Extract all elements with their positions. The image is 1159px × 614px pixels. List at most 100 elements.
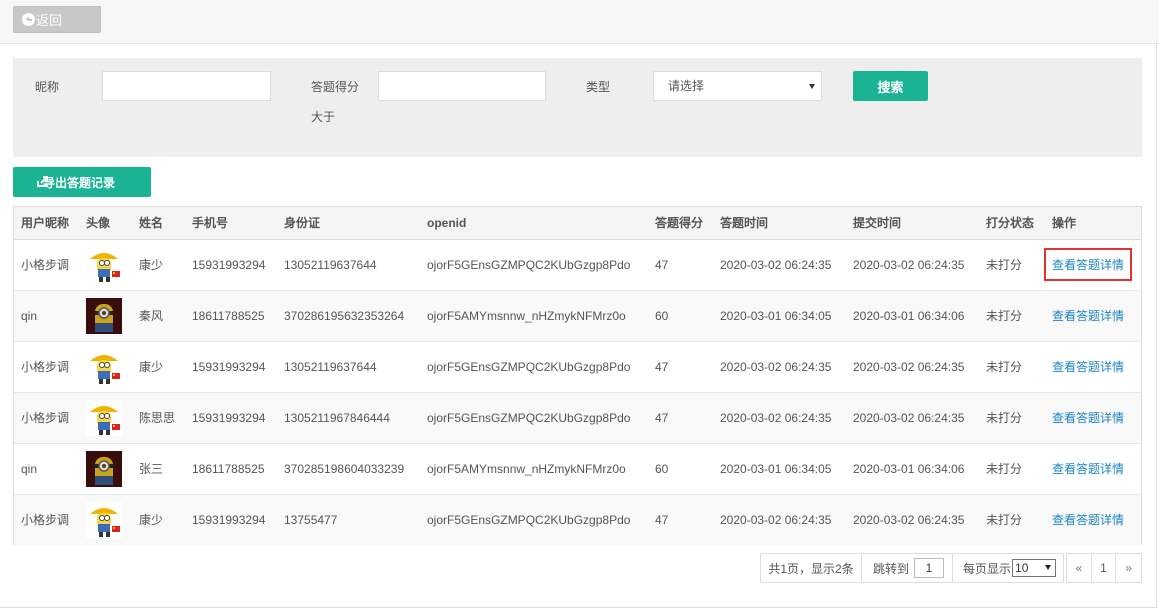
cell-status: 未打分 bbox=[979, 290, 1045, 342]
cell-score: 60 bbox=[648, 443, 713, 495]
avatar bbox=[86, 399, 122, 436]
nickname-input[interactable] bbox=[102, 71, 271, 101]
cell-status: 未打分 bbox=[979, 392, 1045, 444]
cell-phone: 15931993294 bbox=[185, 494, 277, 545]
cell-idcard: 13052119637644 bbox=[277, 341, 420, 393]
export-button[interactable]: 导出答题记录 bbox=[13, 167, 151, 197]
cell-name: 秦风 bbox=[132, 290, 185, 342]
cell-avatar bbox=[79, 239, 132, 291]
table-row: 小格步调 康少 15931993294 13052119637644 ojorF5GEn… bbox=[14, 239, 1141, 291]
col-status: 打分状态 bbox=[979, 207, 1045, 240]
prev-page-button[interactable]: « bbox=[1067, 554, 1092, 582]
page-1-button[interactable]: 1 bbox=[1092, 554, 1117, 582]
cell-openid: ojorF5AMYmsnnw_nHZmykNFMrz0o bbox=[420, 290, 648, 342]
view-details-link[interactable]: 查看答题详情 bbox=[1052, 511, 1124, 528]
cell-submit-time: 2020-03-02 06:24:35 bbox=[846, 494, 979, 545]
cell-idcard: 370285198604033239 bbox=[277, 443, 420, 495]
col-submit-time: 提交时间 bbox=[846, 207, 979, 240]
cell-action: 查看答题详情 bbox=[1045, 341, 1141, 393]
page-size-value: 10 bbox=[1015, 561, 1029, 575]
cell-status: 未打分 bbox=[979, 494, 1045, 545]
cell-avatar bbox=[79, 494, 132, 545]
table-row: 小格步调 陈思思 15931993294 1305211967846444 ojorF5… bbox=[14, 392, 1141, 444]
cell-idcard: 370286195632353264 bbox=[277, 290, 420, 342]
cell-openid: ojorF5GEnsGZMPQC2KUbGzgp8Pdo bbox=[420, 239, 648, 291]
col-idcard: 身份证 bbox=[277, 207, 420, 240]
cell-idcard: 1305211967846444 bbox=[277, 392, 420, 444]
page-size-select[interactable]: 10 bbox=[1012, 559, 1057, 577]
chevron-down-icon bbox=[1045, 565, 1052, 570]
cell-action: 查看答题详情 bbox=[1043, 239, 1141, 291]
cell-openid: ojorF5GEnsGZMPQC2KUbGzgp8Pdo bbox=[420, 341, 648, 393]
search-button[interactable]: 搜索 bbox=[853, 71, 928, 101]
page-size-label: 每页显示 bbox=[963, 561, 1012, 576]
pagination-size: 每页显示 10 bbox=[952, 553, 1064, 583]
cell-action: 查看答题详情 bbox=[1045, 290, 1141, 342]
cell-name: 康少 bbox=[132, 239, 185, 291]
view-details-link[interactable]: 查看答题详情 bbox=[1052, 307, 1124, 324]
view-details-link[interactable]: 查看答题详情 bbox=[1043, 248, 1133, 281]
table-row: 小格步调 康少 15931993294 13755477 ojorF5GEnsGZMPQ… bbox=[14, 494, 1141, 545]
view-details-link[interactable]: 查看答题详情 bbox=[1052, 460, 1124, 477]
cell-answer-time: 2020-03-02 06:24:35 bbox=[713, 392, 846, 444]
cell-status: 未打分 bbox=[979, 239, 1045, 291]
type-label: 类型 bbox=[586, 80, 611, 94]
back-button[interactable]: 返回 bbox=[13, 6, 101, 33]
cell-idcard: 13052119637644 bbox=[277, 239, 420, 291]
cell-avatar bbox=[79, 392, 132, 444]
view-details-link[interactable]: 查看答题详情 bbox=[1052, 409, 1124, 426]
cell-submit-time: 2020-03-02 06:24:35 bbox=[846, 239, 979, 291]
cell-avatar bbox=[79, 443, 132, 495]
cell-phone: 15931993294 bbox=[185, 392, 277, 444]
col-score: 答题得分 bbox=[648, 207, 713, 240]
cell-score: 60 bbox=[648, 290, 713, 342]
cell-submit-time: 2020-03-02 06:24:35 bbox=[846, 341, 979, 393]
cell-name: 陈思思 bbox=[132, 392, 185, 444]
next-page-button[interactable]: » bbox=[1116, 554, 1141, 582]
cell-score: 47 bbox=[648, 392, 713, 444]
cell-action: 查看答题详情 bbox=[1045, 443, 1141, 495]
col-answer-time: 答题时间 bbox=[713, 207, 846, 240]
nickname-label: 昵称 bbox=[35, 80, 60, 94]
cell-name: 康少 bbox=[132, 341, 185, 393]
cell-submit-time: 2020-03-01 06:34:06 bbox=[846, 290, 979, 342]
cell-name: 张三 bbox=[132, 443, 185, 495]
cell-score: 47 bbox=[648, 494, 713, 545]
cell-nickname: 小格步调 bbox=[14, 341, 79, 393]
cell-answer-time: 2020-03-02 06:24:35 bbox=[713, 494, 846, 545]
cell-status: 未打分 bbox=[979, 443, 1045, 495]
cell-score: 47 bbox=[648, 341, 713, 393]
type-select[interactable]: 请选择 bbox=[653, 71, 822, 101]
jump-page-input[interactable]: 1 bbox=[914, 558, 945, 578]
top-toolbar: 返回 bbox=[0, 0, 1159, 44]
jump-label: 跳转到 bbox=[873, 561, 910, 576]
cell-openid: ojorF5GEnsGZMPQC2KUbGzgp8Pdo bbox=[420, 494, 648, 545]
records-table: 用户昵称 头像 姓名 手机号 身份证 openid 答题得分 答题时间 提交时间… bbox=[13, 206, 1142, 545]
cell-nickname: 小格步调 bbox=[14, 239, 79, 291]
cell-score: 47 bbox=[648, 239, 713, 291]
col-nickname: 用户昵称 bbox=[14, 207, 79, 240]
back-arrow-icon bbox=[22, 13, 35, 26]
col-name: 姓名 bbox=[132, 207, 185, 240]
cell-nickname: qin bbox=[14, 290, 79, 342]
cell-openid: ojorF5AMYmsnnw_nHZmykNFMrz0o bbox=[420, 443, 648, 495]
table-row: qin 秦风 18611788525 370286195632353264 ojorF5… bbox=[14, 290, 1141, 342]
cell-idcard: 13755477 bbox=[277, 494, 420, 545]
cell-phone: 18611788525 bbox=[185, 290, 277, 342]
score-input[interactable] bbox=[378, 71, 546, 101]
avatar bbox=[86, 450, 122, 487]
cell-action: 查看答题详情 bbox=[1045, 392, 1141, 444]
cell-answer-time: 2020-03-02 06:24:35 bbox=[713, 341, 846, 393]
cell-answer-time: 2020-03-01 06:34:05 bbox=[713, 443, 846, 495]
back-button-label: 返回 bbox=[36, 13, 63, 28]
cell-nickname: 小格步调 bbox=[14, 392, 79, 444]
score-label: 答题得分 bbox=[311, 80, 360, 94]
type-select-value: 请选择 bbox=[668, 79, 705, 93]
score-sub-label: 大于 bbox=[311, 110, 336, 124]
cell-action: 查看答题详情 bbox=[1045, 494, 1141, 545]
col-action: 操作 bbox=[1045, 207, 1141, 240]
col-openid: openid bbox=[420, 207, 648, 240]
table-row: qin 张三 18611788525 370285198604033239 ojorF5… bbox=[14, 443, 1141, 495]
view-details-link[interactable]: 查看答题详情 bbox=[1052, 358, 1124, 375]
cell-avatar bbox=[79, 290, 132, 342]
